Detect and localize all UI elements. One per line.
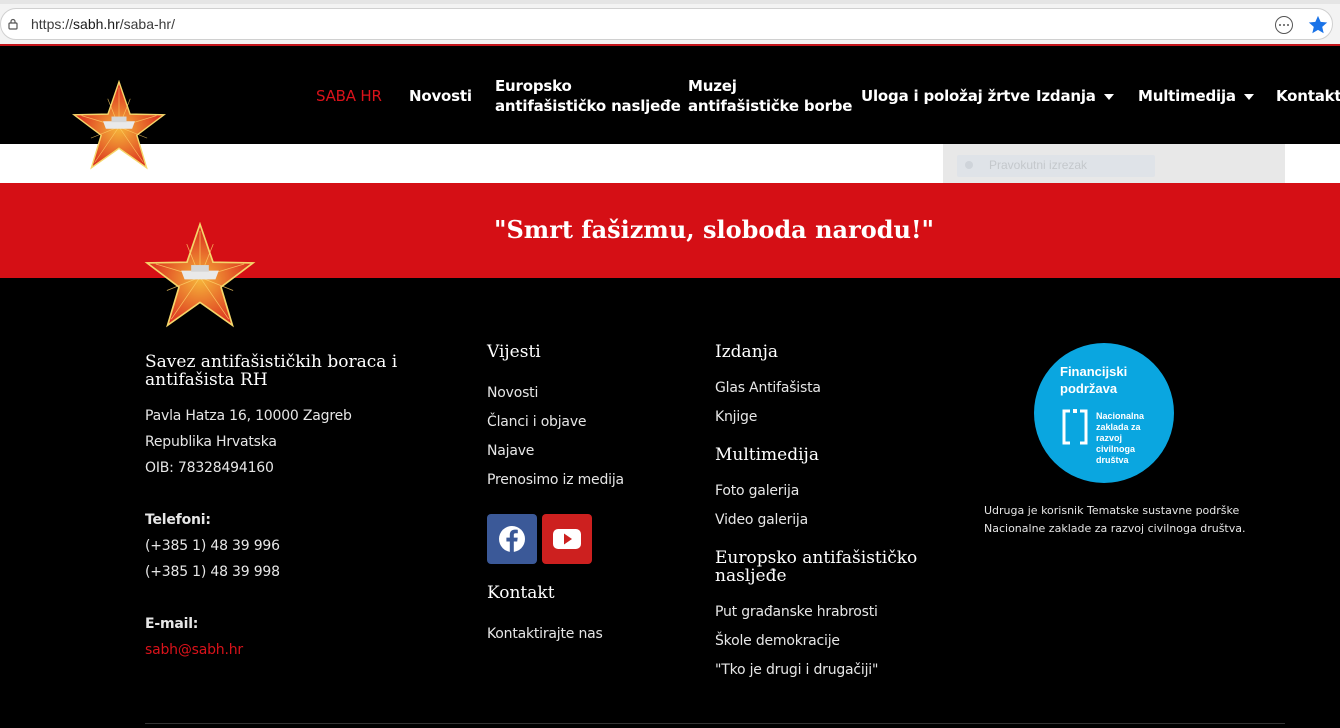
- badge-title-line1: Financijski: [1060, 364, 1128, 379]
- badge-org-line2: zaklada za: [1096, 422, 1141, 432]
- footer-link-tko[interactable]: "Tko je drugi i drugačiji": [715, 662, 878, 678]
- footer-link-glas[interactable]: Glas Antifašista: [715, 380, 821, 396]
- org-address-line2: Republika Hrvatska: [145, 434, 277, 450]
- email-label: E-mail:: [145, 616, 199, 632]
- nav-item-uloga[interactable]: Uloga i položaj žrtve: [861, 86, 1030, 106]
- badge-org: Nacionalna zaklada za razvoj civilnoga d…: [1096, 411, 1144, 466]
- europsko-heading-line1: Europsko antifašističko: [715, 548, 918, 568]
- chevron-down-icon: [1243, 93, 1254, 100]
- footer-divider: [145, 723, 1285, 724]
- site-header: SABA HR Novosti Europsko antifašističko …: [0, 48, 1340, 144]
- nav-label: Multimedija: [1138, 87, 1236, 105]
- lock-icon[interactable]: [7, 18, 19, 30]
- nav-item-kontakt[interactable]: Kontakt: [1276, 86, 1340, 106]
- phones-label: Telefoni:: [145, 512, 211, 528]
- nav-item-multimedija[interactable]: Multimedija: [1138, 86, 1254, 106]
- nav-label-line1: Europsko: [495, 77, 572, 95]
- nav-item-novosti[interactable]: Novosti: [409, 86, 472, 106]
- badge-org-line4: civilnoga: [1096, 444, 1136, 454]
- url-field[interactable]: https://sabh.hr/saba-hr/: [0, 8, 1333, 40]
- sidebar-widget: Pravokutni izrezak: [943, 144, 1285, 183]
- nav-label-line2: antifašističke borbe: [688, 97, 853, 115]
- browser-tabstrip: [0, 0, 1340, 4]
- radio-icon: [965, 161, 973, 169]
- footer-link-prenosimo[interactable]: Prenosimo iz medija: [487, 472, 624, 488]
- nav-label-line2: antifašističko nasljeđe: [495, 97, 681, 115]
- bookmark-star-icon[interactable]: [1307, 14, 1329, 36]
- footer-link-knjige[interactable]: Knjige: [715, 409, 757, 425]
- footer-link-najave[interactable]: Najave: [487, 443, 534, 459]
- org-name-line1: Savez antifašističkih boraca i: [145, 352, 398, 372]
- footer-link-foto[interactable]: Foto galerija: [715, 483, 799, 499]
- nav-item-saba-hr[interactable]: SABA HR: [316, 86, 382, 106]
- footer-link-novosti[interactable]: Novosti: [487, 385, 538, 401]
- badge-org-line1: Nacionalna: [1096, 411, 1145, 421]
- footer-link-put[interactable]: Put građanske hrabrosti: [715, 604, 878, 620]
- nav-item-europsko[interactable]: Europsko antifašističko nasljeđe: [495, 76, 681, 116]
- phone-2: (+385 1) 48 39 998: [145, 564, 280, 580]
- facebook-button[interactable]: [487, 514, 537, 564]
- browser-address-bar: https://sabh.hr/saba-hr/: [0, 0, 1340, 46]
- url-host: sabh.hr: [73, 16, 120, 32]
- footer-link-kontaktirajte[interactable]: Kontaktirajte nas: [487, 626, 603, 642]
- vijesti-heading: Vijesti: [487, 342, 541, 362]
- nzcd-badge[interactable]: Financijski podržava Nacionalna zaklada …: [1034, 343, 1174, 483]
- nav-label: Izdanja: [1036, 87, 1096, 105]
- star-logo-icon[interactable]: [72, 80, 166, 170]
- bracket-logo-icon: [1062, 409, 1088, 445]
- support-text: Udruga je korisnik Tematske sustavne pod…: [984, 504, 1246, 535]
- nav-label-line1: Muzej: [688, 77, 737, 95]
- url-text[interactable]: https://sabh.hr/saba-hr/: [31, 16, 175, 32]
- footer-star-logo-icon[interactable]: [144, 222, 256, 328]
- nav-item-muzej[interactable]: Muzej antifašističke borbe: [688, 76, 852, 116]
- email-link[interactable]: sabh@sabh.hr: [145, 642, 243, 658]
- page-actions-icon[interactable]: [1275, 16, 1293, 34]
- footer-link-skole[interactable]: Škole demokracije: [715, 633, 840, 649]
- facebook-icon: [499, 526, 525, 552]
- footer-link-clanci[interactable]: Članci i objave: [487, 414, 587, 430]
- org-name-line2: antifašista RH: [145, 370, 268, 390]
- kontakt-heading: Kontakt: [487, 583, 555, 603]
- europsko-heading-line2: nasljeđe: [715, 566, 787, 586]
- izdanja-heading: Izdanja: [715, 342, 779, 362]
- badge-org-line5: društva: [1096, 455, 1129, 465]
- badge-title-line2: podržava: [1060, 381, 1118, 396]
- youtube-button[interactable]: [542, 514, 592, 564]
- chevron-down-icon: [1103, 93, 1114, 100]
- badge-org-line3: razvoj: [1096, 433, 1123, 443]
- faded-option[interactable]: Pravokutni izrezak: [957, 155, 1155, 177]
- url-path: /saba-hr/: [119, 16, 175, 32]
- faded-option-label: Pravokutni izrezak: [989, 158, 1088, 172]
- org-oib: OIB: 78328494160: [145, 460, 274, 476]
- url-protocol: https://: [31, 16, 74, 32]
- org-address-line1: Pavla Hatza 16, 10000 Zagreb: [145, 408, 352, 424]
- footer-link-video[interactable]: Video galerija: [715, 512, 808, 528]
- multimedija-heading: Multimedija: [715, 445, 819, 465]
- badge-title: Financijski podržava: [1060, 363, 1127, 397]
- youtube-icon: [553, 529, 581, 549]
- nav-item-izdanja[interactable]: Izdanja: [1036, 86, 1114, 106]
- phone-1: (+385 1) 48 39 996: [145, 538, 280, 554]
- main-nav: SABA HR Novosti Europsko antifašističko …: [0, 48, 1340, 144]
